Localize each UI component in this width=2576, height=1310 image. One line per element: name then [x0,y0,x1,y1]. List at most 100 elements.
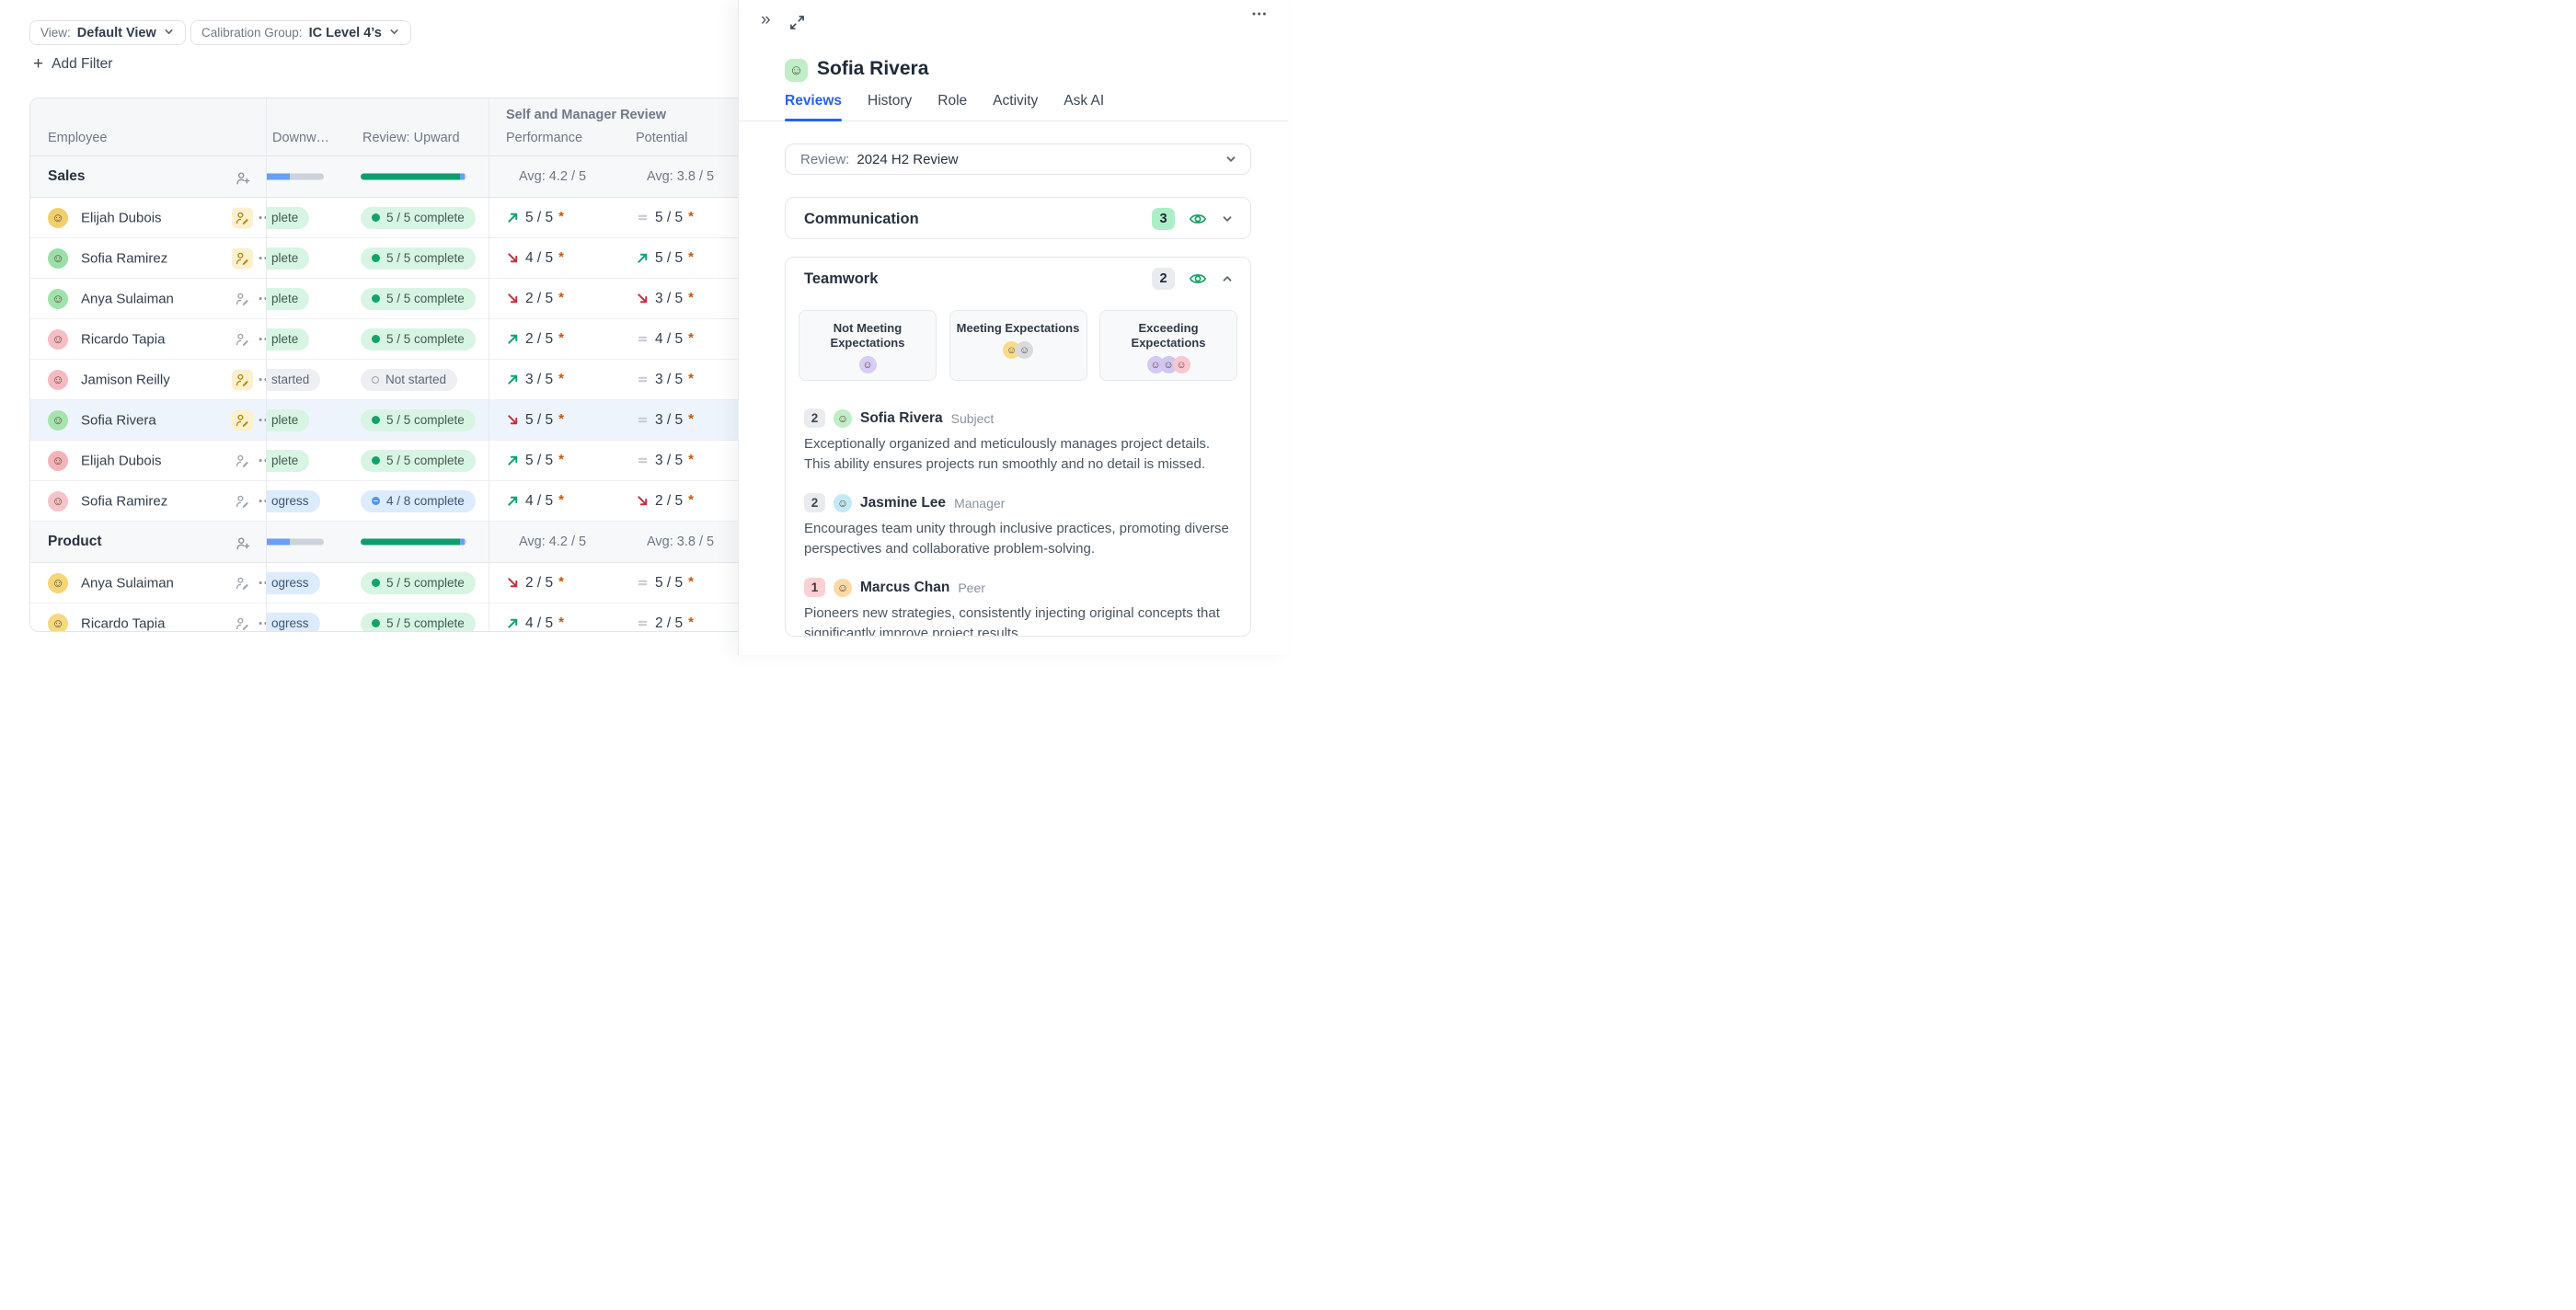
employee-name: Jamison Reilly [81,372,170,387]
tab-reviews[interactable]: Reviews [785,91,842,121]
avatar: ☺ [785,59,808,82]
rating-scale-card[interactable]: Not Meeting Expectations☺ [799,310,937,381]
review-assignment-icon[interactable] [232,207,253,228]
potential-cell: 3 / 5* [636,412,694,429]
employee-name: Anya Sulaiman [81,575,174,591]
add-filter-button[interactable]: + Add Filter [33,55,112,73]
review-assignment-icon[interactable] [232,369,253,390]
reviewer-name: Sofia Rivera [860,410,943,427]
header-review-group: Self and Manager Review [506,108,666,122]
review-assignment-icon[interactable] [232,328,253,350]
review-select-value: 2024 H2 Review [857,152,958,167]
employee-row[interactable]: ☺Ricardo Tapia●●●plete5 / 5 complete2 / … [30,319,746,360]
tab-activity[interactable]: Activity [993,91,1038,121]
employee-row[interactable]: ☺Ricardo Tapia●●●ogress5 / 5 complete4 /… [30,603,746,632]
upward-review-pill: 5 / 5 complete [361,572,476,594]
panel-more-icon[interactable]: ●●● [1252,11,1268,17]
employee-row[interactable]: ☺Sofia Rivera●●●plete5 / 5 complete5 / 5… [30,400,746,441]
table-group-row[interactable]: ProductAvg: 4.2 / 5Avg: 3.8 / 5 [30,522,746,563]
flag-asterisk: * [558,411,564,427]
performance-cell: 2 / 5* [506,291,564,307]
trend-icon [506,332,520,346]
header-employee: Employee [48,131,107,145]
employee-name: Elijah Dubois [81,210,162,225]
performance-cell: 5 / 5* [506,412,564,429]
status-dot-icon [372,335,380,343]
tab-ask-ai[interactable]: Ask AI [1064,91,1104,121]
review-assignment-icon[interactable] [232,613,253,632]
employee-name: Ricardo Tapia [81,331,165,347]
tab-role[interactable]: Role [937,91,967,121]
tab-history[interactable]: History [868,91,912,121]
trend-icon [506,616,520,630]
table-group-row[interactable]: SalesAvg: 4.2 / 5Avg: 3.8 / 5 [30,156,746,198]
employee-row[interactable]: ☺Anya Sulaiman●●●plete5 / 5 complete2 / … [30,279,746,319]
add-person-icon[interactable] [232,167,253,188]
status-dot-icon [372,294,380,303]
expand-panel-icon[interactable] [789,15,805,30]
calibration-select-label: Calibration Group: [201,26,303,40]
flag-asterisk: * [688,290,694,305]
flag-asterisk: * [688,249,694,265]
status-dot-icon [372,497,380,505]
review-assignment-icon[interactable] [232,572,253,593]
employee-name: Sofia Ramirez [81,250,167,266]
visibility-icon[interactable] [1189,210,1207,228]
flag-asterisk: * [688,615,694,630]
performance-cell: 3 / 5* [506,372,564,388]
employee-name: Elijah Dubois [81,453,162,468]
view-select[interactable]: View: Default View [29,20,186,45]
flag-asterisk: * [558,209,564,224]
employee-row[interactable]: ☺Elijah Dubois●●●plete5 / 5 complete5 / … [30,441,746,481]
review-select[interactable]: Review: 2024 H2 Review [785,144,1251,175]
rating-scale-label: Meeting Expectations [950,321,1087,336]
employee-row[interactable]: ☺Elijah Dubois●●●plete5 / 5 complete5 / … [30,198,746,238]
flag-asterisk: * [688,452,694,467]
flag-asterisk: * [688,330,694,346]
review-assignment-icon[interactable] [232,247,253,269]
employee-row[interactable]: ☺Sofia Ramirez●●●ogress4 / 8 complete4 /… [30,481,746,522]
avatar: ☺ [48,208,68,228]
section-title: Teamwork [804,270,878,288]
chevron-down-icon [1225,153,1237,166]
calibration-group-select[interactable]: Calibration Group: IC Level 4’s [190,20,411,45]
upward-review-pill: 5 / 5 complete [361,450,476,472]
rating-scale-label: Not Meeting Expectations [799,321,936,350]
chevron-up-icon[interactable] [1221,272,1234,285]
plus-icon: + [33,55,43,73]
employee-row[interactable]: ☺Sofia Ramirez●●●plete5 / 5 complete4 / … [30,238,746,279]
flag-asterisk: * [558,452,564,467]
avatar: ☺ [48,491,68,511]
collapse-panel-icon[interactable]: » [761,10,771,30]
trend-icon [506,292,520,305]
review-assignment-icon[interactable] [232,288,253,309]
rating-count-badge: 2 [804,408,825,428]
trend-icon [636,373,650,386]
employee-row[interactable]: ☺Jamison Reilly●●●startedNot started3 / … [30,360,746,400]
performance-cell: 4 / 5* [506,615,564,632]
chevron-down-icon[interactable] [1221,213,1234,225]
add-person-icon[interactable] [232,532,253,553]
flag-asterisk: * [558,249,564,265]
trend-icon [636,332,650,346]
avatar: ☺ [834,579,852,597]
employee-row[interactable]: ☺Anya Sulaiman●●●ogress5 / 5 complete2 /… [30,563,746,603]
table-header: Employee Downw… Review: Upward Self and … [30,98,746,156]
upward-review-pill: 5 / 5 complete [361,207,476,229]
avatar: ☺ [48,248,68,269]
section-teamwork: Teamwork 2 Not Meeting Expectations☺Meet… [785,257,1251,637]
avatar: ☺ [48,289,68,309]
rating-scale-card[interactable]: Meeting Expectations☺☺ [949,310,1087,381]
section-title: Communication [804,211,919,228]
status-dot-icon [372,456,380,465]
review-assignment-icon[interactable] [232,490,253,511]
downward-review-pill: plete [267,328,309,350]
flag-asterisk: * [688,371,694,386]
review-select-label: Review: [800,152,849,167]
review-assignment-icon[interactable] [232,450,253,471]
trend-icon [636,211,650,224]
rating-scale-card[interactable]: Exceeding Expectations☺☺☺ [1099,310,1237,381]
visibility-icon[interactable] [1189,270,1207,288]
performance-cell: 2 / 5* [506,575,564,592]
review-assignment-icon[interactable] [232,409,253,431]
